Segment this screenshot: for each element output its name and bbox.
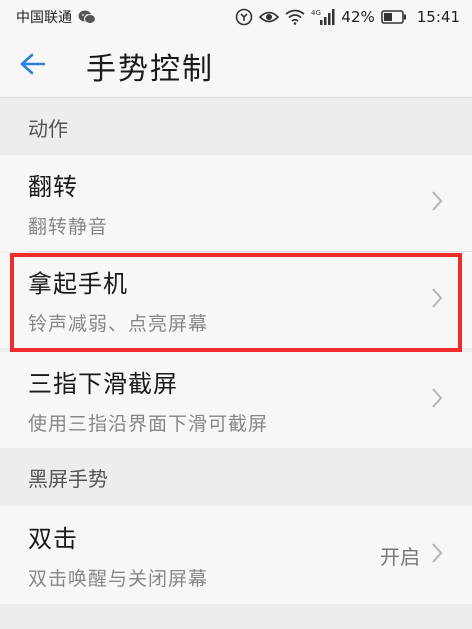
chevron-right-icon: [430, 189, 444, 217]
back-button[interactable]: [16, 34, 76, 98]
network-label: 4G: [311, 9, 321, 17]
status-value: 开启: [380, 544, 420, 569]
list-item-three-finger-screenshot[interactable]: 三指下滑截屏 使用三指沿界面下滑可截屏: [0, 352, 472, 448]
battery-icon: [380, 10, 407, 24]
item-right: [430, 386, 444, 414]
item-text: 拿起手机 铃声减弱、点亮屏幕: [28, 264, 208, 336]
chevron-right-icon: [430, 541, 444, 569]
chevron-right-icon: [430, 286, 444, 314]
item-subtitle: 使用三指沿界面下滑可截屏: [28, 413, 269, 435]
signal-icon: 4G: [311, 8, 335, 26]
eye-icon: [259, 10, 280, 24]
battery-percent: 42%: [341, 8, 375, 26]
status-left: 中国联通: [16, 7, 96, 27]
clock: 15:41: [416, 8, 460, 26]
item-title: 翻转: [28, 173, 78, 201]
item-title: 拿起手机: [28, 270, 128, 298]
item-right: 开启: [380, 541, 444, 570]
item-title: 双击: [28, 525, 78, 553]
item-text: 三指下滑截屏 使用三指沿界面下滑可截屏: [28, 364, 268, 436]
status-bar: 中国联通 4G 42% 15:41: [0, 0, 472, 34]
list-item-flip[interactable]: 翻转 翻转静音: [0, 155, 472, 251]
item-title: 三指下滑截屏: [28, 370, 178, 398]
item-text: 双击 双击唤醒与关闭屏幕: [28, 519, 208, 591]
section-header-screen-off-gestures: 黑屏手势: [0, 448, 472, 506]
list-item-pick-up-phone[interactable]: 拿起手机 铃声减弱、点亮屏幕: [0, 252, 472, 348]
nfc-icon: [235, 8, 253, 26]
list-item-double-tap[interactable]: 双击 双击唤醒与关闭屏幕 开启: [0, 506, 472, 604]
section-header-actions: 动作: [0, 99, 472, 155]
carrier-label: 中国联通: [16, 10, 72, 26]
item-right: [430, 189, 444, 217]
app-header: 手势控制: [0, 34, 472, 98]
wechat-icon: [78, 9, 96, 25]
arrow-left-icon: [16, 49, 46, 83]
item-right: [430, 286, 444, 314]
item-subtitle: 翻转静音: [28, 216, 109, 238]
status-right: 4G 42% 15:41: [235, 8, 460, 26]
item-subtitle: 双击唤醒与关闭屏幕: [28, 568, 209, 590]
wifi-icon: [285, 9, 305, 25]
item-text: 翻转 翻转静音: [28, 167, 108, 239]
chevron-right-icon: [430, 386, 444, 414]
gesture-control-screen: 中国联通 4G 42% 15:41 手势控制 动作 翻转 翻转静音 拿起手机 铃…: [0, 0, 472, 629]
page-title: 手势控制: [86, 51, 214, 87]
item-subtitle: 铃声减弱、点亮屏幕: [28, 313, 209, 335]
